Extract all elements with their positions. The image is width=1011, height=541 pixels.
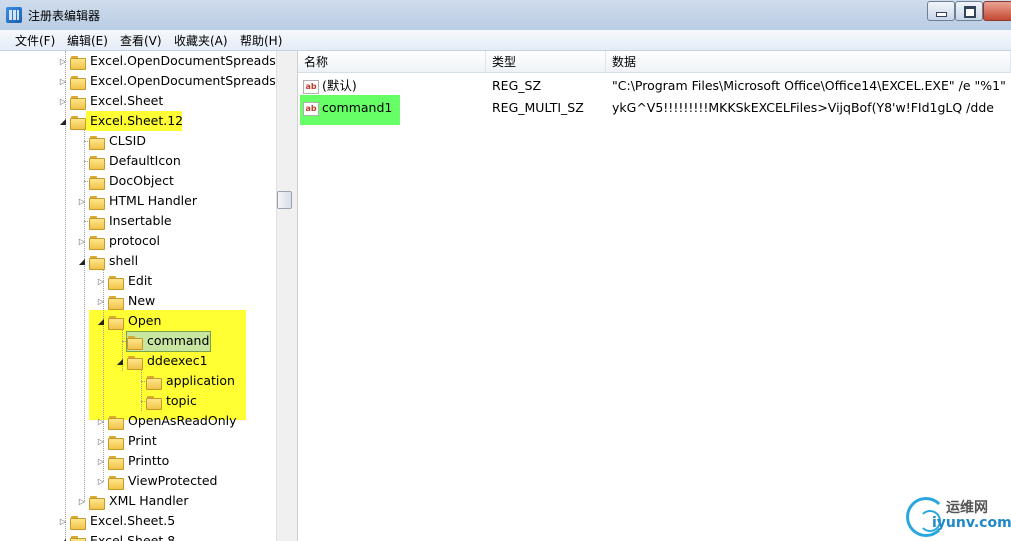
registry-values-list[interactable]: 名称 类型 数据 ab (默认) REG_SZ "C:\Program Files… xyxy=(298,51,1011,541)
menu-file[interactable]: 文件(F) xyxy=(15,32,55,49)
folder-icon xyxy=(89,195,105,210)
folder-icon xyxy=(70,535,86,541)
tree-item[interactable]: DocObject xyxy=(77,171,174,191)
scrollbar-thumb[interactable] xyxy=(277,191,292,209)
folder-icon xyxy=(127,355,143,370)
folder-icon xyxy=(108,275,124,290)
expand-arrow-icon[interactable]: ▷ xyxy=(77,232,87,252)
expand-arrow-icon[interactable]: ▷ xyxy=(96,272,106,292)
tree-item[interactable]: ▷ Excel.Sheet.5 xyxy=(58,511,175,531)
folder-icon xyxy=(146,375,162,390)
regedit-app-icon xyxy=(6,7,22,23)
folder-icon xyxy=(89,175,105,190)
expand-arrow-icon[interactable]: ▷ xyxy=(58,92,68,112)
tree-item[interactable]: application xyxy=(134,371,235,391)
registry-key-tree[interactable]: ▷ Excel.OpenDocumentSpreadshe ▷ Excel.Open… xyxy=(0,51,276,541)
tree-item[interactable]: ▷ New xyxy=(96,291,155,311)
folder-icon xyxy=(108,415,124,430)
string-value-icon: ab xyxy=(303,79,319,94)
expand-arrow-icon[interactable]: ▷ xyxy=(77,492,87,512)
tree-item[interactable]: ▷ Printto xyxy=(96,451,169,471)
folder-icon xyxy=(127,335,143,350)
folder-icon xyxy=(70,95,86,110)
folder-icon xyxy=(89,495,105,510)
menu-edit[interactable]: 编辑(E) xyxy=(67,32,108,49)
minimize-button[interactable] xyxy=(927,1,955,21)
watermark-cn-text: 运维网 xyxy=(946,500,988,516)
folder-icon xyxy=(89,155,105,170)
site-watermark: 运维网 iyunv.com xyxy=(906,493,1011,541)
menu-view[interactable]: 查看(V) xyxy=(120,32,162,49)
maximize-button[interactable] xyxy=(955,1,983,21)
menu-bar: 文件(F) 编辑(E) 查看(V) 收藏夹(A) 帮助(H) xyxy=(0,30,1011,51)
expand-arrow-icon[interactable]: ▷ xyxy=(96,432,106,452)
tree-item[interactable]: ▷ ViewProtected xyxy=(96,471,217,491)
value-data-cell: ykG^V5!!!!!!!!!MKKSkEXCELFiles>VijqBof(Y… xyxy=(612,100,994,115)
folder-icon xyxy=(146,395,162,410)
tree-item[interactable]: ▷ Excel.OpenDocumentSpreadshe xyxy=(58,51,276,71)
expand-arrow-icon[interactable]: ▷ xyxy=(77,192,87,212)
folder-icon xyxy=(89,235,105,250)
tree-item-excel-sheet-12[interactable]: ◢ Excel.Sheet.12 xyxy=(58,111,183,131)
folder-icon xyxy=(108,295,124,310)
tree-item[interactable]: DefaultIcon xyxy=(77,151,181,171)
value-name-cell[interactable]: ab command1 xyxy=(303,98,392,118)
folder-icon xyxy=(89,215,105,230)
folder-icon xyxy=(70,75,86,90)
value-type-cell: REG_SZ xyxy=(492,78,542,93)
value-data-cell: "C:\Program Files\Microsoft Office\Offic… xyxy=(612,78,1006,93)
folder-icon xyxy=(108,435,124,450)
menu-favorites[interactable]: 收藏夹(A) xyxy=(174,32,228,49)
collapse-arrow-icon[interactable]: ◢ xyxy=(58,532,68,541)
collapse-arrow-icon[interactable]: ◢ xyxy=(58,112,68,132)
tree-item[interactable]: ▷ XML Handler xyxy=(77,491,189,511)
expand-arrow-icon[interactable]: ▷ xyxy=(96,452,106,472)
close-button[interactable] xyxy=(983,1,1011,21)
tree-item[interactable]: ▷ OpenAsReadOnly xyxy=(96,411,237,431)
tree-item-command[interactable]: command xyxy=(115,331,209,351)
collapse-arrow-icon[interactable]: ◢ xyxy=(77,252,87,272)
value-type-cell: REG_MULTI_SZ xyxy=(492,100,584,115)
tree-item[interactable]: topic xyxy=(134,391,197,411)
expand-arrow-icon[interactable]: ▷ xyxy=(58,512,68,532)
tree-item[interactable]: ▷ HTML Handler xyxy=(77,191,197,211)
folder-icon xyxy=(108,475,124,490)
tree-item[interactable]: ◢ Excel.Sheet.8 xyxy=(58,531,175,541)
folder-icon xyxy=(108,315,124,330)
tree-item[interactable]: ▷ Excel.Sheet xyxy=(58,91,163,111)
folder-icon xyxy=(70,115,86,130)
tree-item[interactable]: CLSID xyxy=(77,131,146,151)
tree-item[interactable]: ▷ Edit xyxy=(96,271,152,291)
title-bar: 注册表编辑器 xyxy=(0,0,1011,31)
column-header-data[interactable]: 数据 xyxy=(606,51,1011,73)
collapse-arrow-icon[interactable]: ◢ xyxy=(96,312,106,332)
column-header-name[interactable]: 名称 xyxy=(298,51,486,73)
expand-arrow-icon[interactable]: ▷ xyxy=(96,472,106,492)
folder-icon xyxy=(89,135,105,150)
tree-item[interactable]: ▷ protocol xyxy=(77,231,160,251)
tree-scrollbar[interactable] xyxy=(276,51,292,541)
expand-arrow-icon[interactable]: ▷ xyxy=(58,72,68,92)
expand-arrow-icon[interactable]: ▷ xyxy=(96,412,106,432)
menu-help[interactable]: 帮助(H) xyxy=(240,32,282,49)
window-title: 注册表编辑器 xyxy=(28,9,101,23)
column-header-type[interactable]: 类型 xyxy=(486,51,606,73)
tree-item-open[interactable]: ◢ Open xyxy=(96,311,161,331)
expand-arrow-icon[interactable]: ▷ xyxy=(96,292,106,312)
expand-arrow-icon[interactable]: ▷ xyxy=(58,52,68,72)
tree-item[interactable]: ◢ shell xyxy=(77,251,138,271)
folder-icon xyxy=(70,515,86,530)
folder-icon xyxy=(70,55,86,70)
tree-item[interactable]: ▷ Print xyxy=(96,431,157,451)
tree-item-ddeexec1[interactable]: ◢ ddeexec1 xyxy=(115,351,208,371)
collapse-arrow-icon[interactable]: ◢ xyxy=(115,352,125,372)
multi-string-value-icon: ab xyxy=(303,101,319,116)
folder-icon xyxy=(89,255,105,270)
tree-item[interactable]: ▷ Excel.OpenDocumentSpreadshe xyxy=(58,71,276,91)
folder-icon xyxy=(108,455,124,470)
tree-item[interactable]: Insertable xyxy=(77,211,172,231)
watermark-en-text: iyunv.com xyxy=(932,515,1011,531)
value-name-cell[interactable]: ab (默认) xyxy=(303,76,357,96)
